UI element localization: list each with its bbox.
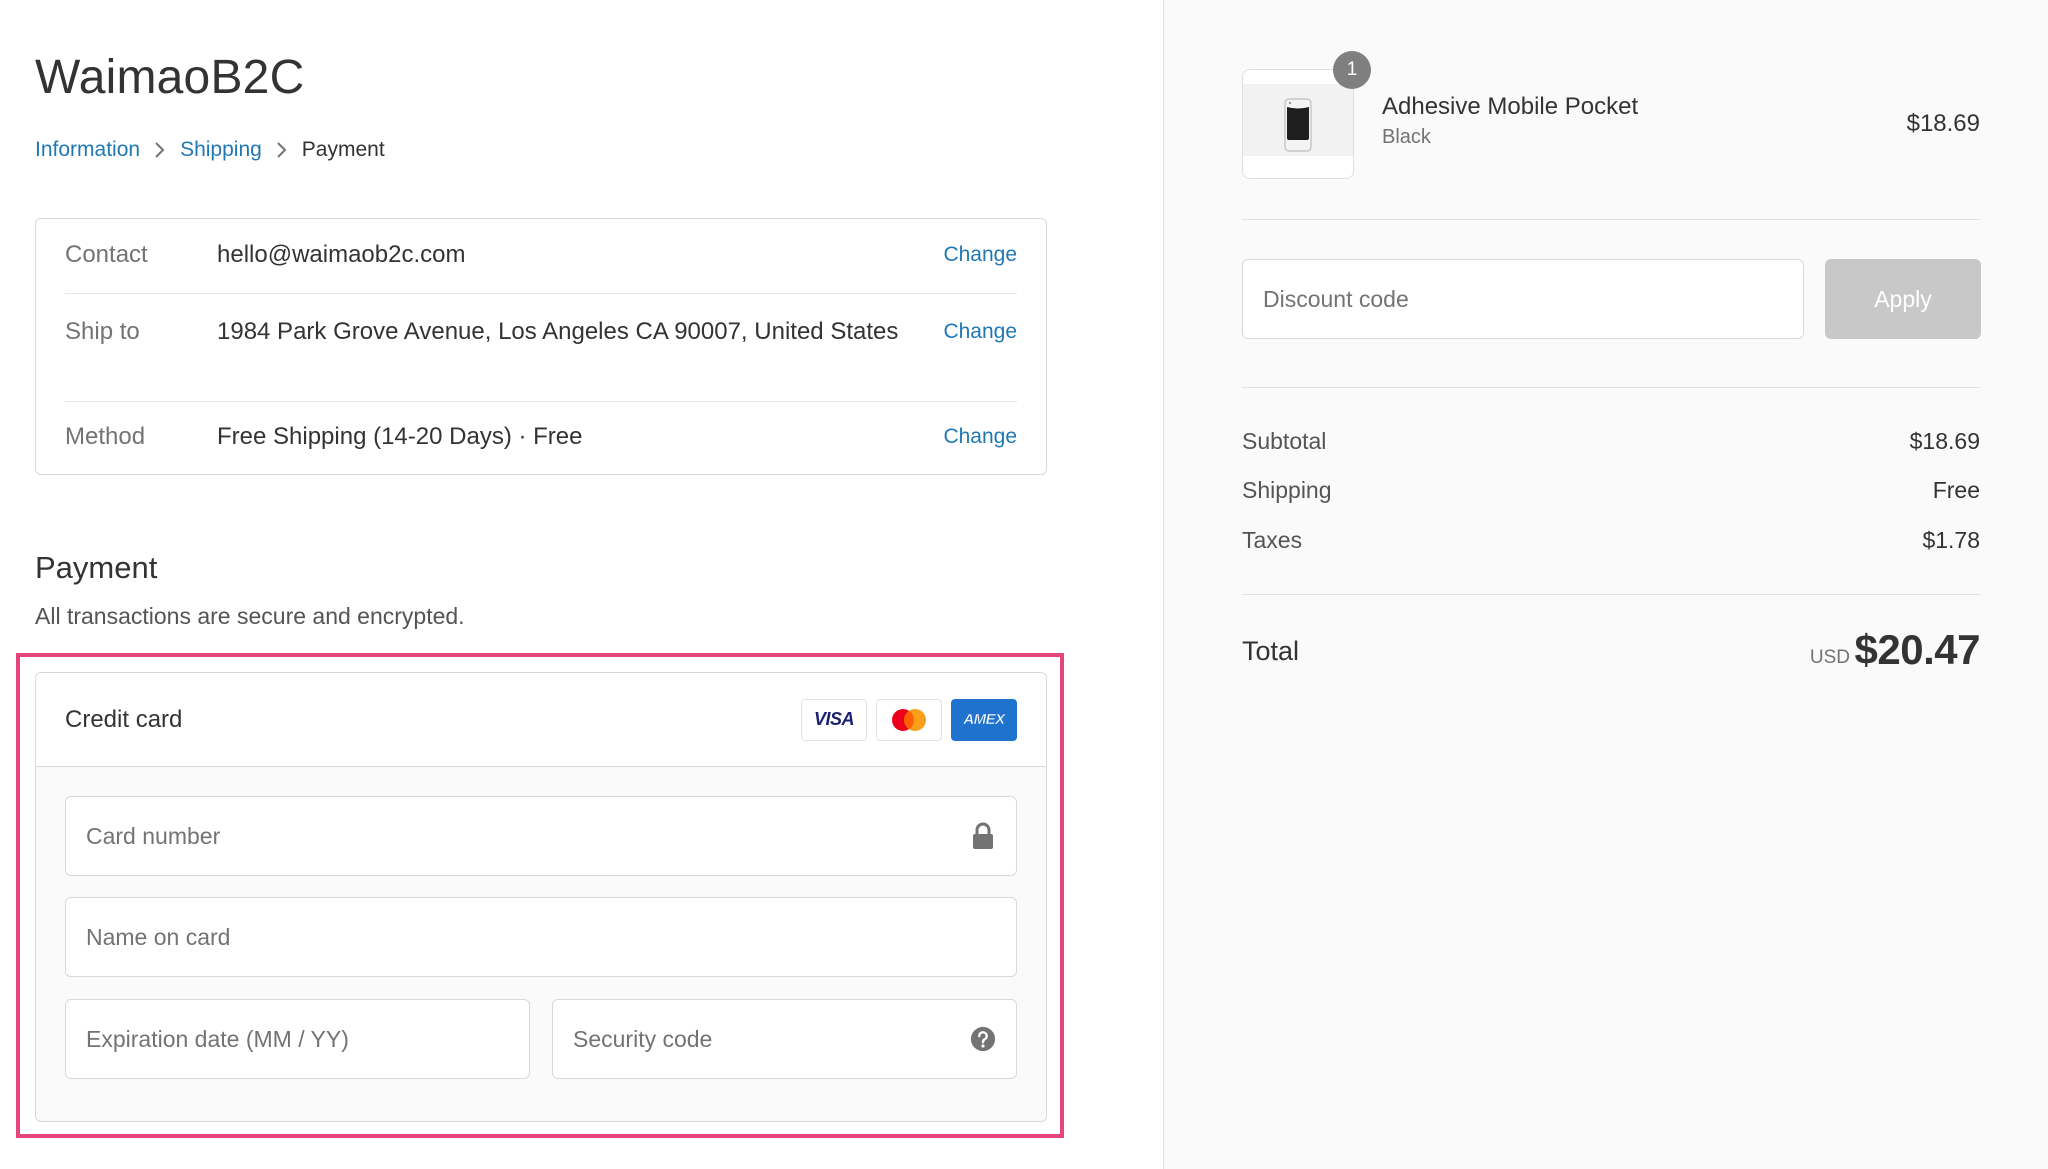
shipping-label: Shipping <box>1242 477 1332 503</box>
change-method-link[interactable]: Change <box>943 421 1017 453</box>
method-label: Method <box>65 423 146 450</box>
review-row-contact: Contact hello@waimaob2c.com Change <box>65 219 1017 294</box>
change-contact-link[interactable]: Change <box>943 239 1017 271</box>
quantity-badge: 1 <box>1333 51 1371 89</box>
breadcrumb-shipping[interactable]: Shipping <box>180 138 262 162</box>
payment-heading: Payment <box>35 550 158 585</box>
method-separator: · <box>511 423 534 450</box>
subtotal-label: Subtotal <box>1242 428 1327 454</box>
ship-to-label: Ship to <box>65 318 140 345</box>
payment-subtitle: All transactions are secure and encrypte… <box>35 603 465 629</box>
phone-image <box>1284 98 1312 152</box>
breadcrumb: Information Shipping Payment <box>35 138 385 162</box>
chevron-right-icon <box>140 138 180 162</box>
product-name: Adhesive Mobile Pocket <box>1382 93 1639 120</box>
review-row-ship-to: Ship to 1984 Park Grove Avenue, Los Ange… <box>65 294 1017 402</box>
chevron-right-icon <box>262 138 302 162</box>
discount-code-field[interactable] <box>1242 259 1804 339</box>
method-name: Free Shipping (14-20 Days) <box>217 423 512 450</box>
total-currency: USD <box>1809 647 1850 668</box>
contact-value: hello@waimaob2c.com <box>217 241 466 268</box>
shipping-value: Free <box>1932 477 1980 503</box>
store-title: WaimaoB2C <box>35 51 305 104</box>
divider <box>1242 219 1980 220</box>
contact-label: Contact <box>65 241 148 268</box>
change-ship-to-link[interactable]: Change <box>943 316 1017 348</box>
total-amount: $20.47 <box>1854 626 1981 673</box>
review-box: Contact hello@waimaob2c.com Change Ship … <box>35 218 1047 475</box>
breadcrumb-payment: Payment <box>301 138 385 161</box>
divider <box>1242 387 1980 388</box>
apply-discount-button[interactable]: Apply <box>1825 259 1981 339</box>
product-price: $18.69 <box>1906 110 1980 137</box>
product-thumbnail <box>1242 69 1354 179</box>
breadcrumb-information[interactable]: Information <box>35 138 140 162</box>
shipping-row: Shipping Free <box>1242 477 1980 504</box>
total-label: Total <box>1242 636 1300 666</box>
subtotal-value: $18.69 <box>1909 428 1980 454</box>
review-row-method: Method Free Shipping (14-20 Days) · Free… <box>65 402 1017 474</box>
taxes-label: Taxes <box>1242 527 1303 553</box>
discount-code-input[interactable] <box>1263 285 1783 313</box>
taxes-row: Taxes $1.78 <box>1242 527 1980 554</box>
product-variant: Black <box>1382 126 1431 148</box>
taxes-value: $1.78 <box>1922 527 1980 553</box>
main-panel: WaimaoB2C Information Shipping Payment C… <box>0 0 1163 1169</box>
divider <box>1242 594 1980 595</box>
subtotal-row: Subtotal $18.69 <box>1242 428 1980 455</box>
payment-highlight-box <box>16 653 1064 1138</box>
method-value: Free Shipping (14-20 Days) · Free <box>217 421 943 453</box>
ship-to-value: 1984 Park Grove Avenue, Los Angeles CA 9… <box>217 318 899 345</box>
method-price: Free <box>533 423 583 450</box>
